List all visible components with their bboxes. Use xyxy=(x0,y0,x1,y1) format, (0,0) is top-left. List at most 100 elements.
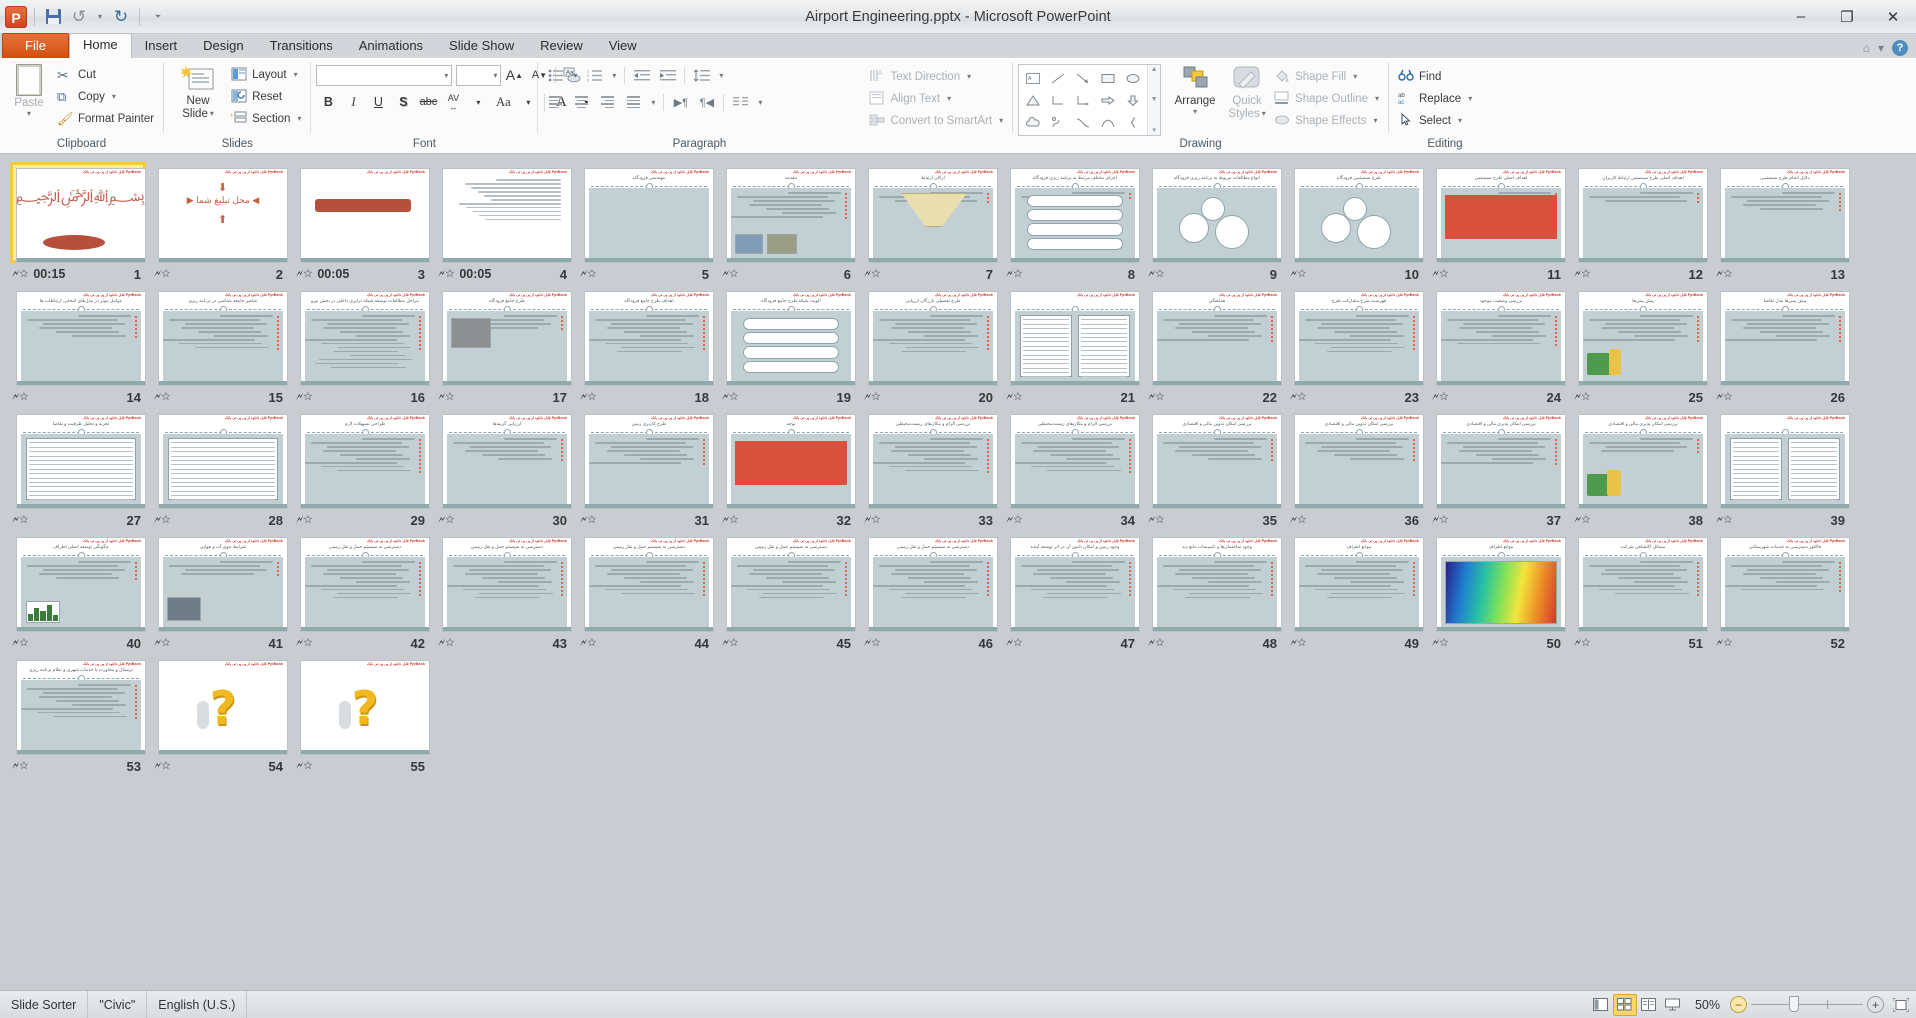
slide-preview[interactable]: قابل دانلود از پی پی تی بانک PptBank موان… xyxy=(1436,537,1566,632)
slide-cell[interactable]: قابل دانلود از پی پی تی بانک PptBank فهرس… xyxy=(1288,285,1430,408)
slide-cell[interactable]: قابل دانلود از پی پی تی بانک PptBank? 🗲☆ 5… xyxy=(294,654,436,777)
slide-preview[interactable]: قابل دانلود از پی پی تی بانک PptBank طرح … xyxy=(1294,168,1424,263)
tab-file[interactable]: File xyxy=(2,33,69,58)
slide-cell[interactable]: قابل دانلود از پی پی تی بانک PptBank ارزی… xyxy=(436,408,578,531)
animation-icon[interactable]: 🗲☆ xyxy=(864,637,880,650)
slide-thumbnail[interactable]: قابل دانلود از پی پی تی بانک PptBank موان… xyxy=(1288,531,1424,632)
slide-thumbnail[interactable]: قابل دانلود از پی پی تی بانک PptBank ارزی… xyxy=(436,408,572,509)
slide-cell[interactable]: قابل دانلود از پی پی تی بانک PptBank مقدم… xyxy=(720,162,862,285)
slide-cell[interactable]: قابل دانلود از پی پی تی بانک PptBank بررس… xyxy=(1572,408,1714,531)
decrease-indent-button[interactable] xyxy=(629,64,654,86)
animation-icon[interactable]: 🗲☆ xyxy=(580,391,596,404)
undo-icon[interactable]: ↺ xyxy=(68,6,90,28)
character-spacing-button[interactable]: AV ↔ xyxy=(441,91,465,113)
animation-icon[interactable]: 🗲☆ xyxy=(864,268,880,281)
slide-thumbnail[interactable]: قابل دانلود از پی پی تی بانک PptBank اهدا… xyxy=(578,285,714,386)
shape-fill-button[interactable]: Shape Fill ▾ xyxy=(1270,66,1383,87)
slide-cell[interactable]: قابل دانلود از پی پی تی بانک PptBank الوی… xyxy=(720,285,862,408)
animation-icon[interactable]: 🗲☆ xyxy=(296,391,312,404)
slide-preview[interactable]: قابل دانلود از پی پی تی بانک PptBank توجه xyxy=(726,414,856,509)
animation-icon[interactable]: 🗲☆ xyxy=(1148,514,1164,527)
select-caret-icon[interactable]: ▾ xyxy=(1458,116,1462,125)
slide-preview[interactable]: قابل دانلود از پی پی تی بانک PptBank مهند… xyxy=(584,168,714,263)
animation-icon[interactable]: 🗲☆ xyxy=(12,637,28,650)
slide-thumbnail[interactable]: قابل دانلود از پی پی تی بانک PptBank ارکا… xyxy=(862,162,998,263)
slide-thumbnail[interactable]: قابل دانلود از پی پی تی بانک PptBank بررس… xyxy=(1288,408,1424,509)
slide-thumbnail[interactable]: قابل دانلود از پی پی تی بانک PptBank تجزی… xyxy=(10,408,146,509)
slide-cell[interactable]: قابل دانلود از پی پی تی بانک PptBank دستر… xyxy=(436,531,578,654)
slide-preview[interactable]: قابل دانلود از پی پی تی بانک PptBank وجود… xyxy=(1010,537,1140,632)
slide-thumbnail-selected[interactable]: قابل دانلود از پی پی تی بانک PptBank ﷽ xyxy=(10,162,146,263)
slide-preview[interactable]: قابل دانلود از پی پی تی بانک PptBank پیش … xyxy=(1720,291,1850,386)
line-spacing-button[interactable] xyxy=(689,64,714,86)
slide-cell[interactable]: قابل دانلود از پی پی تی بانک PptBank اهدا… xyxy=(1572,162,1714,285)
animation-icon[interactable]: 🗲☆ xyxy=(1006,514,1022,527)
shape-left-brace-icon[interactable] xyxy=(1120,111,1145,133)
tab-slide-show[interactable]: Slide Show xyxy=(436,35,527,58)
reading-view-button[interactable] xyxy=(1637,994,1661,1016)
align-right-button[interactable] xyxy=(595,91,620,113)
slide-cell[interactable]: قابل دانلود از پی پی تی بانک PptBank پیش … xyxy=(1714,285,1856,408)
slide-thumbnail[interactable]: قابل دانلود از پی پی تی بانک PptBank بررس… xyxy=(1430,285,1566,386)
text-shadow-button[interactable]: S xyxy=(391,91,415,113)
slide-preview[interactable]: قابل دانلود از پی پی تی بانک PptBank اهدا… xyxy=(1436,168,1566,263)
animation-icon[interactable]: 🗲☆ xyxy=(12,391,28,404)
slide-thumbnail[interactable]: قابل دانلود از پی پی تی بانک PptBank طرح … xyxy=(436,285,572,386)
numbering-caret-icon[interactable]: ▾ xyxy=(608,64,620,86)
slide-thumbnail[interactable]: قابل دانلود از پی پی تی بانک PptBank دستر… xyxy=(294,531,430,632)
slide-preview[interactable]: قابل دانلود از پی پی تی بانک PptBank ترمی… xyxy=(16,660,146,755)
slide-preview[interactable]: قابل دانلود از پی پی تی بانک PptBank شرای… xyxy=(158,537,288,632)
animation-icon[interactable]: 🗲☆ xyxy=(722,514,738,527)
slide-cell[interactable]: قابل دانلود از پی پی تی بانک PptBank 🗲☆ 00… xyxy=(436,162,578,285)
slide-preview[interactable]: قابل دانلود از پی پی تی بانک PptBank تجزی… xyxy=(16,414,146,509)
slide-thumbnail[interactable]: قابل دانلود از پی پی تی بانک PptBank xyxy=(1004,285,1140,386)
animation-icon[interactable]: 🗲☆ xyxy=(722,391,738,404)
convert-to-smartart-button[interactable]: Convert to SmartArt ▾ xyxy=(865,110,1007,131)
slide-preview[interactable]: قابل دانلود از پی پی تی بانک PptBank انوا… xyxy=(1152,168,1282,263)
reset-button[interactable]: Reset xyxy=(227,86,305,107)
shape-outline-caret-icon[interactable]: ▾ xyxy=(1375,94,1379,103)
tab-view[interactable]: View xyxy=(596,35,650,58)
scroll-down-icon[interactable]: ▼ xyxy=(1151,96,1158,103)
slide-cell[interactable]: قابل دانلود از پی پی تی بانک PptBank بررس… xyxy=(1430,408,1572,531)
animation-icon[interactable]: 🗲☆ xyxy=(580,268,596,281)
animation-icon[interactable]: 🗲☆ xyxy=(864,391,880,404)
slide-preview[interactable]: قابل دانلود از پی پی تی بانک PptBank xyxy=(442,168,572,263)
customize-qat-icon[interactable]: ⏷ xyxy=(147,6,169,28)
slide-preview[interactable]: قابل دانلود از پی پی تی بانک PptBank طرح … xyxy=(868,291,998,386)
slide-cell[interactable]: قابل دانلود از پی پی تی بانک PptBank بررس… xyxy=(862,408,1004,531)
animation-icon[interactable]: 🗲☆ xyxy=(1716,637,1732,650)
zoom-slider[interactable]: − + xyxy=(1730,996,1884,1013)
slide-thumbnail[interactable]: قابل دانلود از پی پی تی بانک PptBank? xyxy=(152,654,288,755)
arrange-caret-icon[interactable]: ▾ xyxy=(1193,107,1197,116)
slide-preview[interactable]: قابل دانلود از پی پی تی بانک PptBank بررس… xyxy=(1436,414,1566,509)
slide-thumbnail[interactable]: قابل دانلود از پی پی تی بانک PptBank طراح… xyxy=(294,408,430,509)
slide-cell[interactable]: قابل دانلود از پی پی تی بانک PptBank دستر… xyxy=(862,531,1004,654)
shape-arrow-icon[interactable] xyxy=(1071,67,1096,89)
change-case-caret-icon[interactable]: ▾ xyxy=(516,91,540,113)
animation-icon[interactable]: 🗲☆ xyxy=(1716,514,1732,527)
slide-cell[interactable]: قابل دانلود از پی پی تی بانک PptBank 🗲☆ 00… xyxy=(294,162,436,285)
bold-button[interactable]: B xyxy=(316,91,340,113)
animation-icon[interactable]: 🗲☆ xyxy=(580,637,596,650)
character-spacing-caret-icon[interactable]: ▾ xyxy=(466,91,490,113)
slide-preview[interactable]: قابل دانلود از پی پی تی بانک PptBank xyxy=(1010,291,1140,386)
status-theme-name[interactable]: "Civic" xyxy=(88,991,148,1018)
slide-cell[interactable]: قابل دانلود از پی پی تی بانک PptBank طرح … xyxy=(578,408,720,531)
layout-caret-icon[interactable]: ▾ xyxy=(294,70,298,79)
slide-cell[interactable]: قابل دانلود از پی پی تی بانک PptBank ترمی… xyxy=(10,654,152,777)
animation-icon[interactable]: 🗲☆ xyxy=(438,637,454,650)
slide-cell[interactable]: قابل دانلود از پی پی تی بانک PptBank اهدا… xyxy=(578,285,720,408)
zoom-level-label[interactable]: 50% xyxy=(1685,998,1730,1012)
slide-preview[interactable]: قابل دانلود از پی پی تی بانک PptBank وجود… xyxy=(1152,537,1282,632)
slide-cell[interactable]: قابل دانلود از پی پی تی بانک PptBank تجزی… xyxy=(10,408,152,531)
undo-dropdown-icon[interactable]: ▾ xyxy=(94,6,106,28)
slide-thumbnail[interactable]: قابل دانلود از پی پی تی بانک PptBank طرح … xyxy=(1288,162,1424,263)
slide-preview[interactable]: قابل دانلود از پی پی تی بانک PptBank هماه… xyxy=(1152,291,1282,386)
slide-preview[interactable]: قابل دانلود از پی پی تی بانک PptBank چگون… xyxy=(16,537,146,632)
rtl-direction-button[interactable]: ¶◀ xyxy=(694,91,719,113)
status-right-controls[interactable]: 50% − + xyxy=(1589,993,1916,1016)
slide-cell[interactable]: قابل دانلود از پی پی تی بانک PptBank وجود… xyxy=(1146,531,1288,654)
slide-thumbnail[interactable]: قابل دانلود از پی پی تی بانک PptBank شرای… xyxy=(152,531,288,632)
tab-review[interactable]: Review xyxy=(527,35,596,58)
